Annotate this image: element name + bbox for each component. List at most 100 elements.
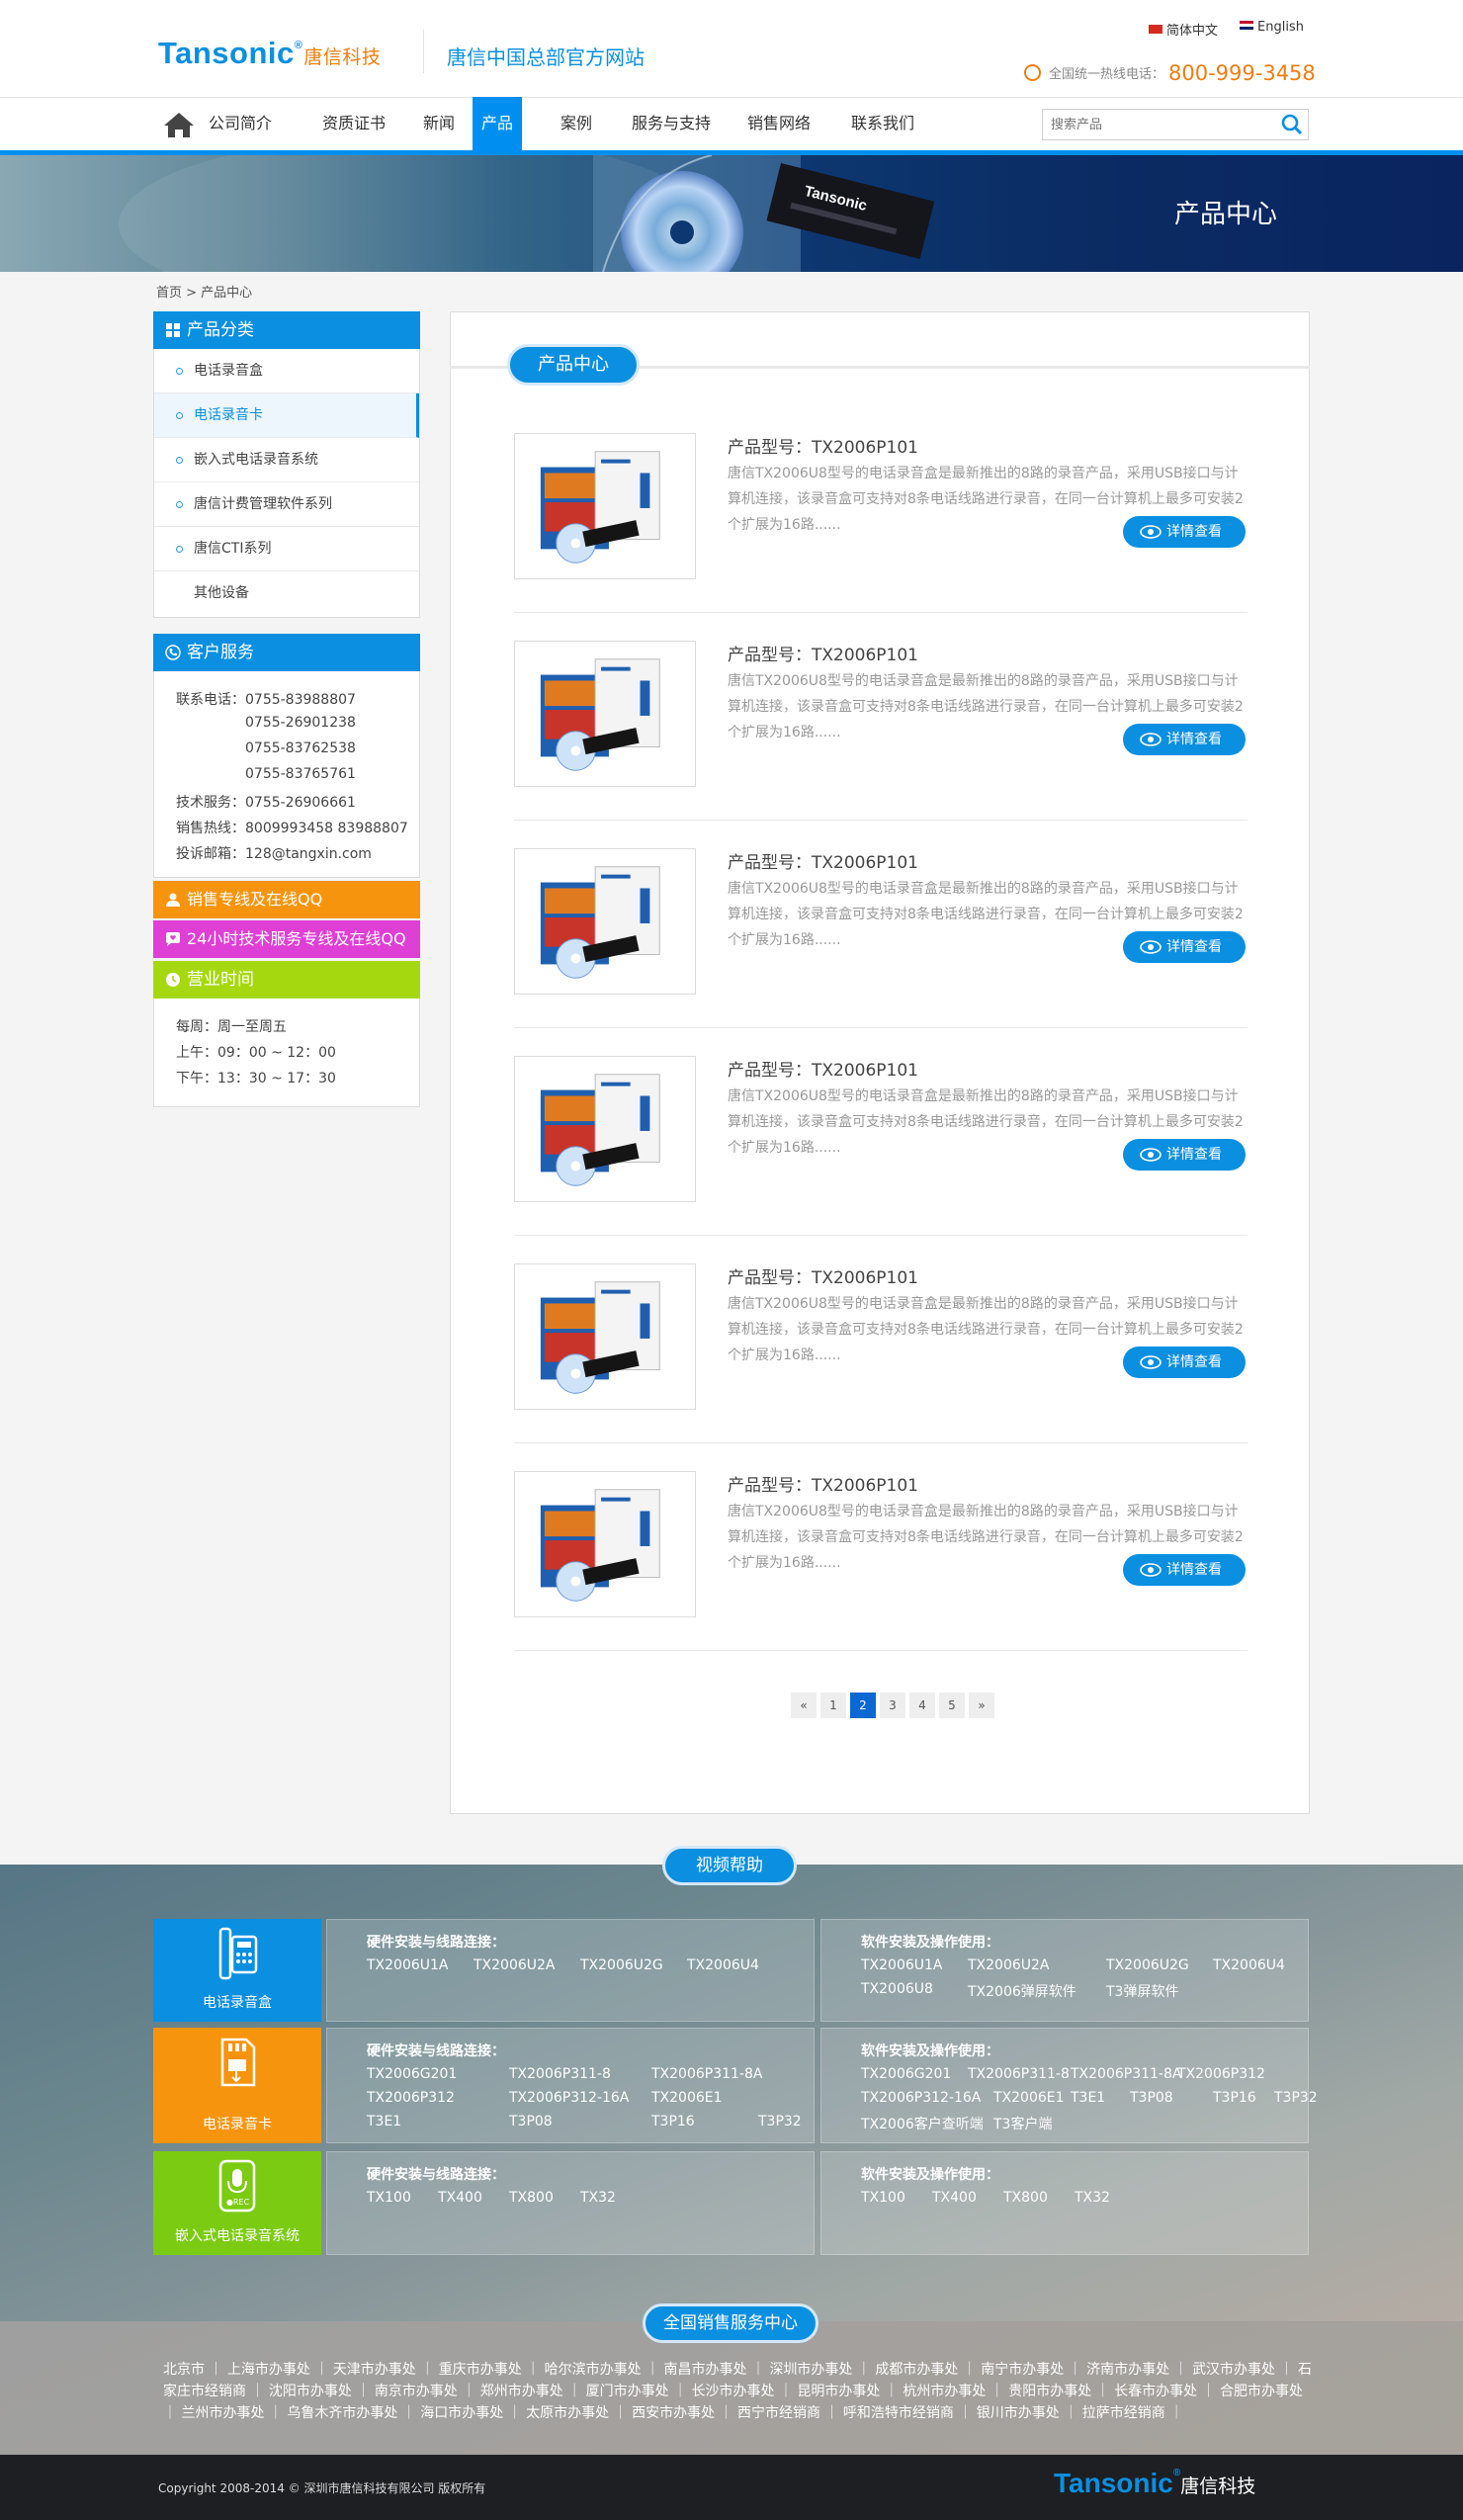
office-link[interactable]: 昆明市办事处 [797, 2384, 880, 2399]
sidebar-category-item[interactable]: 电话录音卡 [154, 393, 419, 438]
office-link[interactable]: 呼和浩特市经销商 [843, 2405, 954, 2421]
office-link[interactable]: 杭州市办事处 [903, 2384, 986, 2399]
video-link-t3p32[interactable]: T3P32 [1274, 2090, 1318, 2106]
video-link-tx2006[interactable]: TX2006弹屏软件 [968, 1981, 1076, 2001]
detail-button[interactable]: 详情查看 [1123, 1554, 1246, 1586]
video-link-tx2006u1a[interactable]: TX2006U1A [861, 1957, 943, 1973]
video-link-tx800[interactable]: TX800 [1003, 2190, 1048, 2206]
sidebar-category-item[interactable]: 电话录音盒 [154, 349, 419, 393]
video-link-t3p16[interactable]: T3P16 [651, 2114, 695, 2129]
office-link[interactable]: 上海市办事处 [227, 2362, 310, 2378]
video-category-tile[interactable]: 电话录音盒 [153, 1919, 321, 2022]
detail-button[interactable]: 详情查看 [1123, 1347, 1246, 1378]
tech-qq-bar[interactable]: 24小时技术服务专线及在线QQ [153, 920, 420, 958]
video-link-tx2006g201[interactable]: TX2006G201 [861, 2066, 951, 2082]
product-thumbnail[interactable] [514, 1263, 696, 1410]
video-link-tx2006u2a[interactable]: TX2006U2A [473, 1957, 556, 1973]
product-thumbnail[interactable] [514, 848, 696, 995]
sidebar-category-item[interactable]: 唐信计费管理软件系列 [154, 482, 419, 527]
page-button[interactable]: 1 [820, 1693, 846, 1718]
video-link-tx400[interactable]: TX400 [932, 2190, 977, 2206]
video-link-tx2006[interactable]: TX2006客户查听端 [861, 2114, 984, 2133]
video-link-t3[interactable]: T3弹屏软件 [1106, 1981, 1178, 2001]
office-link[interactable]: 济南市办事处 [1086, 2362, 1169, 2378]
nav-item-6[interactable]: 服务与支持 [619, 97, 724, 150]
video-link-t3e1[interactable]: T3E1 [367, 2114, 401, 2129]
sidebar-category-item[interactable]: 嵌入式电话录音系统 [154, 438, 419, 482]
site-logo[interactable]: Tansonic®唐信科技 [158, 36, 381, 71]
office-link[interactable]: 合肥市办事处 [1220, 2384, 1303, 2399]
office-link[interactable]: 武汉市办事处 [1192, 2362, 1275, 2378]
footer-logo[interactable]: Tansonic®唐信科技 [1054, 2468, 1255, 2499]
video-link-tx2006u1a[interactable]: TX2006U1A [367, 1957, 449, 1973]
search-icon[interactable] [1280, 113, 1304, 136]
nav-item-7[interactable]: 销售网络 [732, 97, 826, 150]
video-link-tx2006g201[interactable]: TX2006G201 [367, 2066, 457, 2082]
video-link-tx2006p311-8a[interactable]: TX2006P311-8A [651, 2066, 762, 2082]
office-link[interactable]: 成都市办事处 [875, 2362, 958, 2378]
office-link[interactable]: 哈尔滨市办事处 [545, 2362, 642, 2378]
office-link[interactable]: 西安市办事处 [632, 2405, 715, 2421]
video-link-tx2006u4[interactable]: TX2006U4 [1213, 1957, 1285, 1973]
detail-button[interactable]: 详情查看 [1123, 931, 1246, 963]
home-icon[interactable] [162, 111, 196, 138]
video-link-tx2006u2g[interactable]: TX2006U2G [1106, 1957, 1189, 1973]
office-link[interactable]: 兰州市办事处 [181, 2405, 264, 2421]
office-link[interactable]: 南京市办事处 [375, 2384, 458, 2399]
office-link[interactable]: 北京市 [163, 2362, 205, 2378]
office-link[interactable]: 长春市办事处 [1114, 2384, 1197, 2399]
video-link-tx2006u4[interactable]: TX2006U4 [687, 1957, 759, 1973]
office-link[interactable]: 拉萨市经销商 [1082, 2405, 1165, 2421]
video-link-tx2006e1[interactable]: TX2006E1 [651, 2090, 723, 2106]
product-thumbnail[interactable] [514, 1471, 696, 1617]
office-link[interactable]: 西宁市经销商 [737, 2405, 820, 2421]
detail-button[interactable]: 详情查看 [1123, 724, 1246, 755]
page-button[interactable]: « [791, 1693, 817, 1718]
office-link[interactable]: 郑州市办事处 [480, 2384, 563, 2399]
video-link-tx2006p311-8[interactable]: TX2006P311-8 [968, 2066, 1070, 2082]
product-title[interactable]: 产品型号：TX2006P101 [728, 641, 918, 665]
sales-qq-bar[interactable]: 销售专线及在线QQ [153, 881, 420, 918]
video-category-tile[interactable]: ●REC 嵌入式电话录音系统 [153, 2151, 321, 2255]
nav-item-8[interactable]: 联系我们 [838, 97, 927, 150]
video-link-tx2006p311-8[interactable]: TX2006P311-8 [509, 2066, 611, 2082]
sidebar-category-item[interactable]: 其他设备 [154, 571, 419, 616]
video-link-tx32[interactable]: TX32 [1075, 2190, 1110, 2206]
nav-item-1[interactable]: 公司简介 [202, 97, 279, 150]
product-title[interactable]: 产品型号：TX2006P101 [728, 433, 918, 458]
product-title[interactable]: 产品型号：TX2006P101 [728, 1056, 918, 1081]
video-link-t3p08[interactable]: T3P08 [509, 2114, 553, 2129]
video-category-tile[interactable]: 电话录音卡 [153, 2028, 321, 2143]
page-button[interactable]: 5 [939, 1693, 965, 1718]
page-button[interactable]: 4 [909, 1693, 935, 1718]
video-link-t3p32[interactable]: T3P32 [758, 2114, 802, 2129]
video-link-tx32[interactable]: TX32 [580, 2190, 616, 2206]
office-link[interactable]: 天津市办事处 [333, 2362, 416, 2378]
office-link[interactable]: 重庆市办事处 [439, 2362, 522, 2378]
nav-item-5[interactable]: 案例 [540, 97, 613, 150]
product-title[interactable]: 产品型号：TX2006P101 [728, 1471, 918, 1496]
product-title[interactable]: 产品型号：TX2006P101 [728, 1263, 918, 1288]
office-link[interactable]: 银川市办事处 [977, 2405, 1060, 2421]
page-button[interactable]: » [969, 1693, 994, 1718]
office-link[interactable]: 海口市办事处 [420, 2405, 503, 2421]
product-title[interactable]: 产品型号：TX2006P101 [728, 848, 918, 873]
page-button[interactable]: 3 [880, 1693, 905, 1718]
lang-english-link[interactable]: English [1240, 20, 1304, 35]
nav-item-2[interactable]: 资质证书 [312, 97, 395, 150]
nav-item-3[interactable]: 新闻 [413, 97, 465, 150]
office-link[interactable]: 南宁市办事处 [981, 2362, 1064, 2378]
nav-item-4[interactable]: 产品 [473, 97, 522, 150]
office-link[interactable]: 深圳市办事处 [769, 2362, 852, 2378]
office-link[interactable]: 长沙市办事处 [692, 2384, 775, 2399]
lang-chinese-link[interactable]: 简体中文 [1149, 20, 1218, 39]
breadcrumb[interactable]: 首页 > 产品中心 [156, 282, 252, 301]
video-link-t3[interactable]: T3客户端 [993, 2114, 1052, 2133]
video-link-tx2006u2a[interactable]: TX2006U2A [968, 1957, 1050, 1973]
product-thumbnail[interactable] [514, 433, 696, 579]
product-thumbnail[interactable] [514, 1056, 696, 1202]
video-link-t3p16[interactable]: T3P16 [1213, 2090, 1256, 2106]
office-link[interactable]: 太原市办事处 [526, 2405, 609, 2421]
sidebar-category-item[interactable]: 唐信CTI系列 [154, 527, 419, 571]
video-link-tx100[interactable]: TX100 [367, 2190, 411, 2206]
